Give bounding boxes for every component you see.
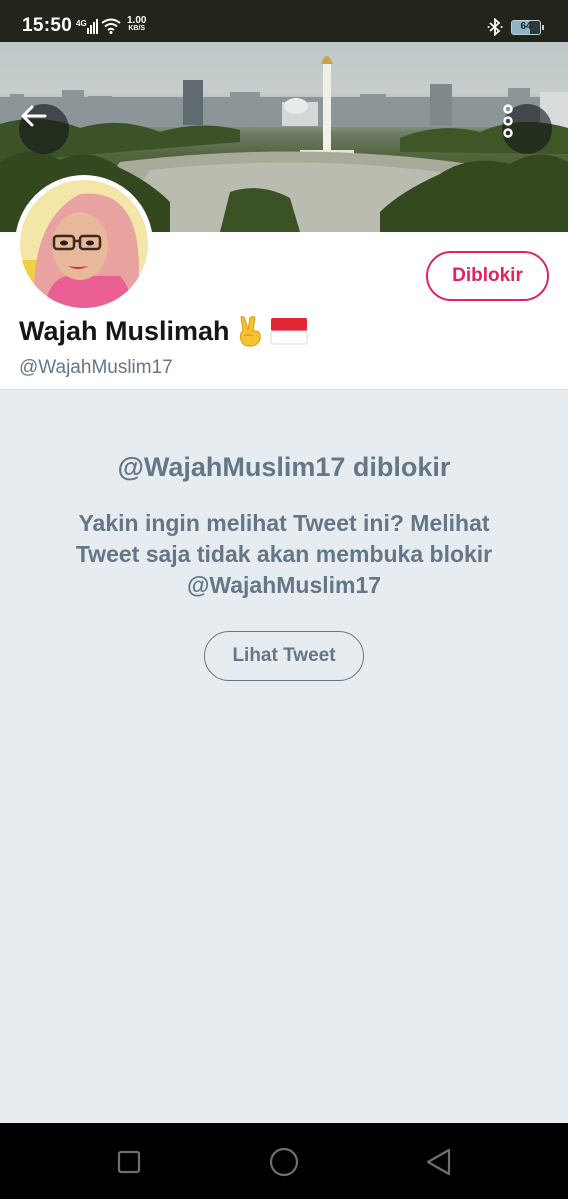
- avatar-image: [20, 180, 148, 308]
- system-nav-bar: [0, 1123, 568, 1199]
- status-time: 15:50: [22, 15, 73, 36]
- avatar[interactable]: [15, 175, 153, 313]
- blocked-notice-body: Yakin ingin melihat Tweet ini? Melihat T…: [75, 510, 493, 598]
- battery-icon: 64: [511, 20, 544, 35]
- more-vertical-icon: [503, 104, 513, 138]
- home-icon[interactable]: [269, 1147, 299, 1177]
- bluetooth-icon: [487, 18, 503, 36]
- arrow-left-icon: [21, 105, 47, 127]
- indonesia-flag-emoji: [270, 318, 308, 345]
- battery-percent: 64: [520, 21, 532, 32]
- profile-handle: @WajahMuslim17: [19, 357, 173, 378]
- network-speed: 1.00 KB/S: [127, 16, 146, 33]
- network-type: 4G: [76, 19, 87, 28]
- victory-hand-emoji: [239, 316, 261, 347]
- recent-apps-icon[interactable]: [114, 1147, 144, 1177]
- display-name-text: Wajah Muslimah: [19, 315, 230, 346]
- blocked-button[interactable]: Diblokir: [426, 251, 549, 301]
- back-triangle-icon[interactable]: [424, 1147, 454, 1177]
- battery-tip: [542, 25, 544, 30]
- more-options-button[interactable]: [502, 104, 552, 154]
- blocked-notice-title: @WajahMuslim17 diblokir: [117, 452, 451, 482]
- back-button[interactable]: [19, 104, 69, 154]
- status-bar: 15:50 4G 1.00 KB/S 64: [0, 0, 568, 42]
- wifi-icon: [101, 18, 121, 34]
- display-name: Wajah Muslimah: [19, 315, 308, 347]
- speed-unit: KB/S: [128, 25, 146, 32]
- view-tweets-button[interactable]: Lihat Tweet: [204, 631, 364, 681]
- avatar-photo: [20, 180, 148, 308]
